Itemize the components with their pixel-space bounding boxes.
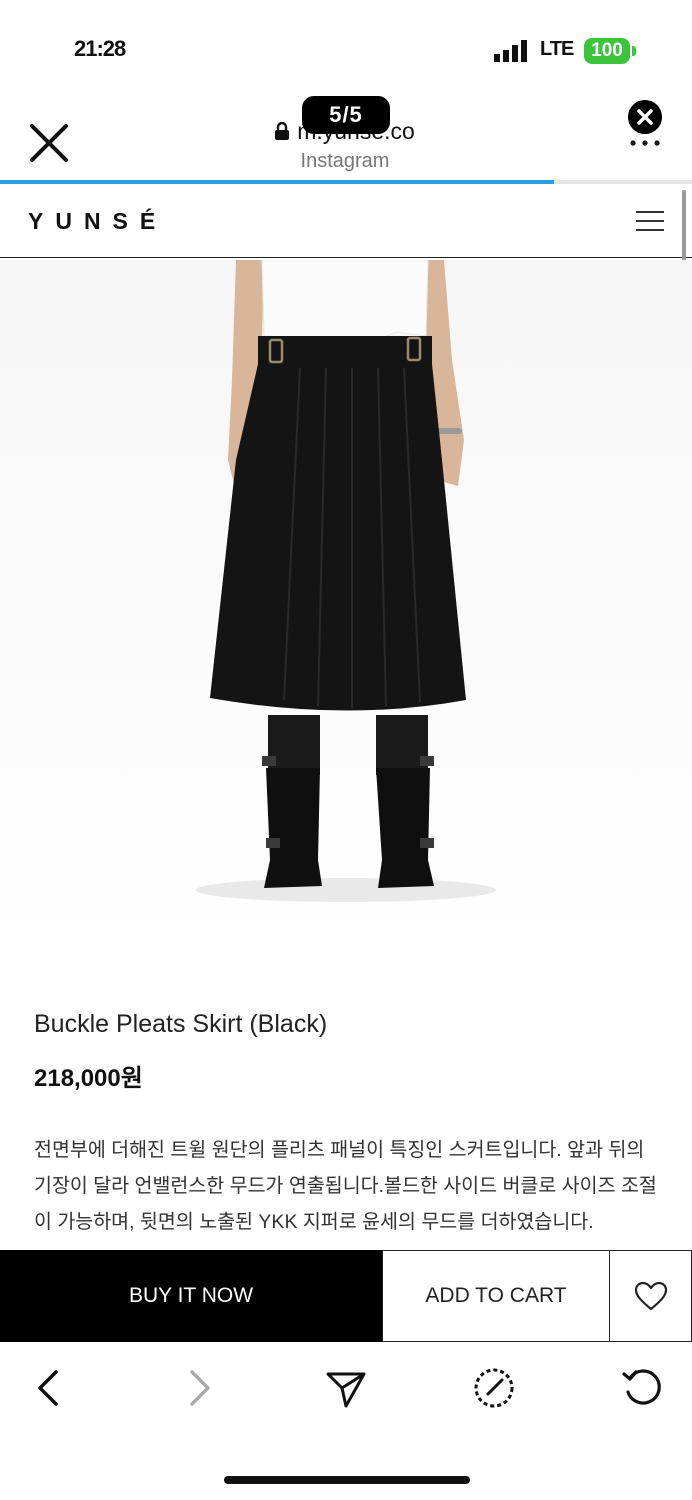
send-icon[interactable] xyxy=(324,1366,368,1410)
buy-now-button[interactable]: BUY IT NOW xyxy=(0,1250,382,1342)
source-label: Instagram xyxy=(300,150,390,172)
compass-icon[interactable] xyxy=(472,1366,516,1410)
close-icon[interactable] xyxy=(28,122,70,164)
add-to-cart-button[interactable]: ADD TO CART xyxy=(382,1250,610,1342)
close-circle-icon[interactable] xyxy=(628,100,662,134)
site-header: YUNSÉ xyxy=(0,184,692,258)
product-illustration xyxy=(196,260,496,902)
more-icon[interactable] xyxy=(628,134,662,150)
purchase-bar: BUY IT NOW ADD TO CART xyxy=(0,1250,692,1342)
hamburger-icon[interactable] xyxy=(636,210,664,232)
signal-icon xyxy=(494,40,527,62)
network-type: LTE xyxy=(540,38,574,60)
chevron-right-icon[interactable] xyxy=(176,1366,220,1410)
brand-logo[interactable]: YUNSÉ xyxy=(28,208,167,235)
image-counter: 5/5 xyxy=(302,96,390,134)
product-title: Buckle Pleats Skirt (Black) xyxy=(34,1010,328,1038)
status-time: 21:28 xyxy=(74,36,126,61)
product-description: 전면부에 더해진 트윌 원단의 플리츠 패널이 특징인 스커트입니다. 앞과 뒤… xyxy=(34,1139,657,1233)
home-indicator xyxy=(224,1476,470,1484)
reload-icon[interactable] xyxy=(620,1366,664,1410)
product-price: 218,000원 xyxy=(34,1065,143,1092)
battery-tip xyxy=(632,46,636,56)
wishlist-button[interactable] xyxy=(610,1250,692,1342)
product-image[interactable] xyxy=(0,260,692,950)
lock-icon xyxy=(275,122,290,140)
heart-icon xyxy=(634,1281,667,1311)
chevron-left-icon[interactable] xyxy=(28,1366,72,1410)
battery-indicator: 100 xyxy=(584,38,630,64)
